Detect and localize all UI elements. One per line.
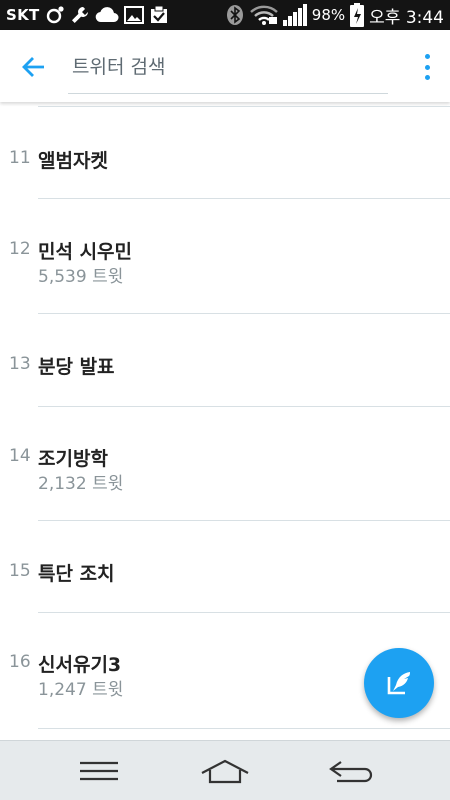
trend-item[interactable]: 15 특단 조치 bbox=[0, 521, 450, 613]
trend-tweet-count: 2,132 트윗 bbox=[38, 474, 124, 494]
trend-title: 조기방학 bbox=[38, 448, 108, 470]
clipboard-check-icon bbox=[149, 5, 169, 25]
trend-item[interactable]: 12 민석 시우민 5,539 트윗 bbox=[0, 199, 450, 314]
trend-title: 앨범자켓 bbox=[38, 150, 108, 172]
carrier-label: SKT bbox=[6, 6, 40, 24]
back-icon bbox=[329, 761, 373, 783]
wrench-icon bbox=[70, 5, 90, 25]
trend-title: 특단 조치 bbox=[38, 563, 115, 585]
back-button[interactable] bbox=[18, 52, 48, 82]
battery-percent: 98% bbox=[311, 6, 346, 24]
trend-title: 신서유기3 bbox=[38, 654, 122, 676]
trend-title: 분당 발표 bbox=[38, 356, 115, 378]
search-query: 트위터 검색 bbox=[72, 56, 166, 78]
trend-rank: 16 bbox=[9, 652, 31, 672]
app-bar: 트위터 검색 bbox=[0, 30, 450, 102]
trend-rank: 12 bbox=[9, 239, 31, 259]
trend-rank: 14 bbox=[9, 446, 31, 466]
trend-title: 민석 시우민 bbox=[38, 241, 133, 263]
trend-item[interactable]: 13 분당 발표 bbox=[0, 314, 450, 407]
trend-tweet-count: 5,539 트윗 bbox=[38, 267, 124, 287]
app-icon bbox=[45, 5, 65, 25]
clock: 오후 3:44 bbox=[369, 7, 444, 28]
trends-list: 11 앨범자켓 12 민석 시우민 5,539 트윗 13 분당 발표 14 조… bbox=[0, 102, 450, 740]
wifi-icon bbox=[249, 5, 278, 25]
trend-rank: 11 bbox=[9, 148, 31, 168]
more-options-dot bbox=[424, 64, 430, 70]
divider bbox=[38, 728, 450, 729]
trend-rank: 13 bbox=[9, 354, 31, 374]
trend-item[interactable]: 14 조기방학 2,132 트윗 bbox=[0, 406, 450, 522]
status-bar: SKT 98% 오후 3:44 bbox=[0, 0, 450, 30]
arrow-left-icon bbox=[22, 57, 44, 77]
search-input[interactable]: 트위터 검색 bbox=[68, 50, 388, 94]
more-options-button[interactable] bbox=[420, 54, 434, 80]
cloud-icon bbox=[95, 6, 119, 24]
compose-tweet-button[interactable] bbox=[364, 648, 434, 718]
bluetooth-icon bbox=[225, 4, 245, 26]
signal-icon bbox=[282, 4, 307, 26]
back-nav-button[interactable] bbox=[326, 755, 376, 787]
home-icon bbox=[201, 759, 249, 784]
compose-quill-icon bbox=[387, 672, 410, 695]
trend-item[interactable]: 11 앨범자켓 bbox=[0, 108, 450, 200]
battery-charging-icon bbox=[350, 3, 365, 27]
trend-tweet-count: 1,247 트윗 bbox=[38, 680, 124, 700]
divider bbox=[38, 106, 450, 107]
trend-rank: 15 bbox=[9, 561, 31, 581]
system-nav-bar bbox=[0, 740, 450, 800]
menu-button[interactable] bbox=[74, 755, 124, 787]
more-options-icon bbox=[424, 54, 430, 59]
image-icon bbox=[123, 6, 144, 24]
more-options-dot bbox=[424, 75, 430, 80]
home-button[interactable] bbox=[200, 755, 250, 787]
menu-icon bbox=[80, 761, 118, 781]
